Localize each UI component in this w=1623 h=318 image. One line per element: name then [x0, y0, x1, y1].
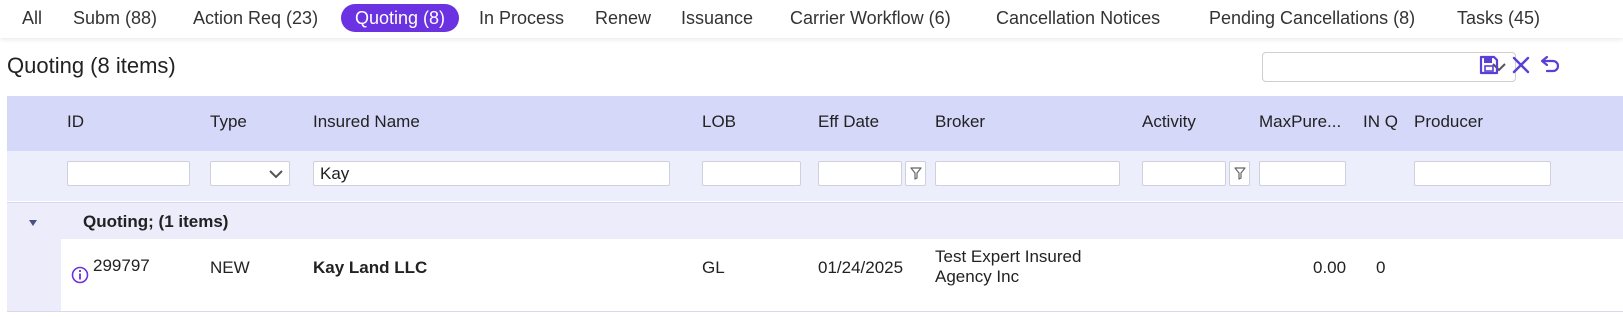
- cell-in-q: 0: [1376, 258, 1386, 277]
- queue-tabs: All Subm (88) Action Req (23) Quoting (8…: [0, 0, 1623, 38]
- filter-insured-name-input[interactable]: [313, 161, 670, 186]
- cell-lob: GL: [702, 258, 725, 277]
- cell-broker-line1: Test Expert Insured: [935, 247, 1082, 266]
- row-gutter: [7, 239, 61, 311]
- column-header-lob[interactable]: LOB: [702, 112, 736, 132]
- group-label: Quoting; (1 items): [83, 212, 229, 231]
- undo-icon[interactable]: [1539, 55, 1561, 75]
- tab-issuance[interactable]: Issuance: [681, 4, 753, 32]
- info-icon[interactable]: [71, 266, 89, 284]
- column-header-in-q[interactable]: IN Q: [1363, 112, 1398, 132]
- filter-icon: [1234, 167, 1246, 180]
- tab-in-process[interactable]: In Process: [479, 4, 564, 32]
- column-header-broker[interactable]: Broker: [935, 112, 985, 132]
- cell-broker-line2: Agency Inc: [935, 267, 1020, 286]
- chevron-down-icon: [269, 170, 283, 179]
- filter-maxpure-input[interactable]: [1259, 161, 1346, 186]
- column-header-insured-name[interactable]: Insured Name: [313, 112, 420, 132]
- activity-filter-button[interactable]: [1229, 161, 1250, 186]
- tab-cancellation-notices[interactable]: Cancellation Notices: [996, 4, 1160, 32]
- tab-pending-cancellations[interactable]: Pending Cancellations (8): [1209, 4, 1415, 32]
- filter-producer-input[interactable]: [1414, 161, 1551, 186]
- tab-all[interactable]: All: [22, 4, 42, 32]
- cell-eff-date: 01/24/2025: [818, 258, 904, 277]
- tab-quoting[interactable]: Quoting (8): [341, 4, 460, 32]
- cell-id: 299797: [93, 256, 150, 275]
- eff-date-filter-button[interactable]: [905, 161, 926, 186]
- filter-eff-date-input[interactable]: [818, 161, 902, 186]
- save-icon[interactable]: [1479, 55, 1499, 75]
- column-header-type[interactable]: Type: [210, 112, 247, 132]
- filter-icon: [910, 167, 922, 180]
- filter-activity-input[interactable]: [1142, 161, 1226, 186]
- column-header-maxpure[interactable]: MaxPure...: [1259, 112, 1341, 132]
- cell-type: NEW: [210, 258, 250, 277]
- column-header-id[interactable]: ID: [67, 112, 84, 132]
- group-row[interactable]: [7, 202, 1623, 240]
- column-header-activity[interactable]: Activity: [1142, 112, 1196, 132]
- filter-lob-input[interactable]: [702, 161, 801, 186]
- filter-id-input[interactable]: [67, 161, 190, 186]
- tab-carrier-workflow[interactable]: Carrier Workflow (6): [790, 4, 951, 32]
- tab-subm[interactable]: Subm (88): [73, 4, 157, 32]
- tab-action-req[interactable]: Action Req (23): [193, 4, 318, 32]
- cell-maxpure: 0.00: [1313, 258, 1347, 277]
- column-header-producer[interactable]: Producer: [1414, 112, 1483, 132]
- close-icon[interactable]: [1511, 55, 1531, 75]
- collapse-caret-icon[interactable]: [28, 219, 38, 227]
- filter-broker-input[interactable]: [935, 161, 1120, 186]
- cell-insured-name[interactable]: Kay Land LLC: [313, 258, 427, 278]
- tab-renew[interactable]: Renew: [595, 4, 651, 32]
- view-select[interactable]: [1262, 52, 1516, 82]
- column-header-eff-date[interactable]: Eff Date: [818, 112, 879, 132]
- page-title: Quoting (8 items): [7, 53, 176, 78]
- tab-tasks[interactable]: Tasks (45): [1457, 4, 1540, 32]
